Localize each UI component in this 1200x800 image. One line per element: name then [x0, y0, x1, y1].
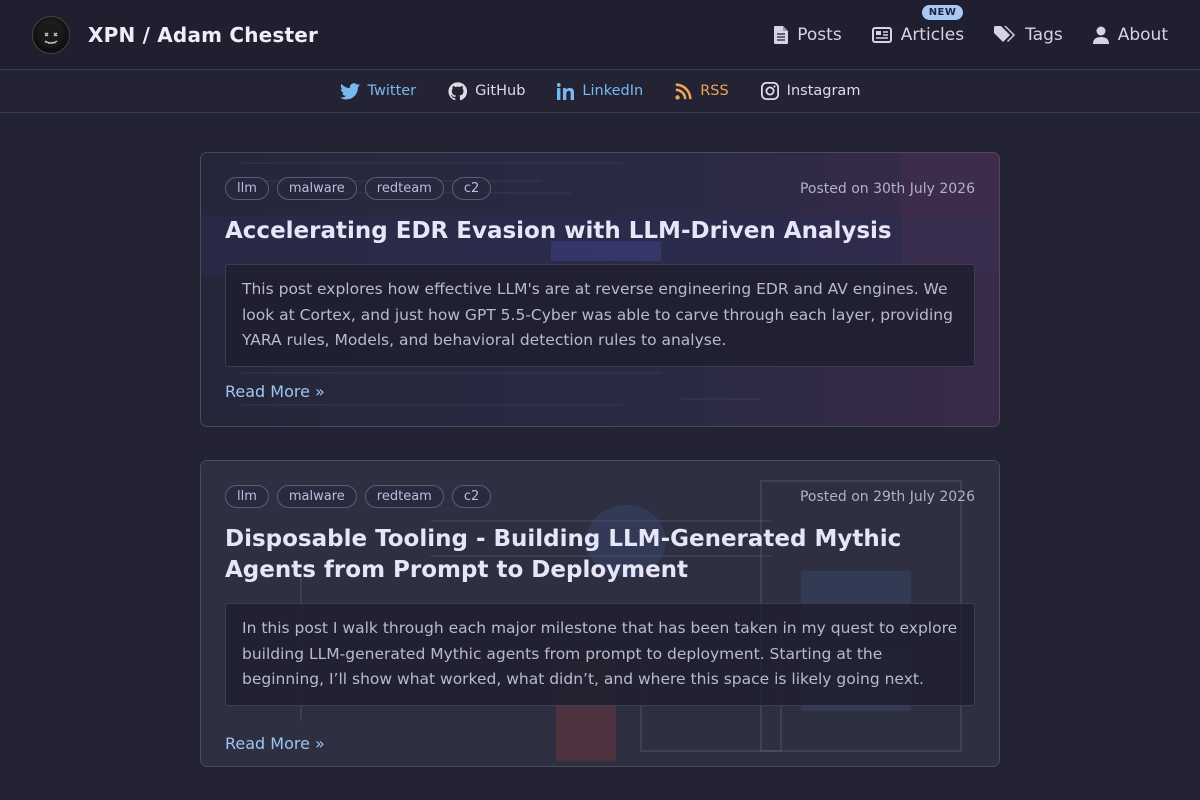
- nav-articles-label: Articles: [900, 24, 965, 45]
- tag-redteam[interactable]: redteam: [364, 485, 444, 508]
- tag-malware[interactable]: malware: [276, 485, 357, 508]
- post-date: Posted on 30th July 2026: [799, 180, 975, 197]
- social-github-label: GitHub: [475, 83, 526, 99]
- social-github[interactable]: GitHub: [448, 81, 526, 101]
- instagram-icon: [760, 82, 779, 100]
- post-date: Posted on 29th July 2026: [799, 488, 975, 505]
- masked-face-icon: [41, 23, 61, 48]
- social-twitter-label: Twitter: [367, 83, 417, 99]
- tag-malware[interactable]: malware: [276, 177, 357, 200]
- post-card[interactable]: llm malware redteam c2 Posted on 30th Ju…: [200, 152, 1000, 427]
- github-icon: [448, 81, 468, 100]
- post-tags: llm malware redteam c2: [225, 485, 492, 508]
- nav-posts[interactable]: Posts: [774, 24, 842, 45]
- site-header: XPN / Adam Chester Posts Articles NEW Ta…: [0, 0, 1200, 70]
- newspaper-icon: [871, 26, 892, 43]
- social-bar: Twitter GitHub LinkedIn RSS Instagram: [0, 70, 1200, 113]
- new-badge: NEW: [921, 4, 964, 20]
- nav-articles[interactable]: Articles NEW: [871, 4, 965, 45]
- read-more-link[interactable]: Read More »: [225, 734, 325, 753]
- tag-llm[interactable]: llm: [225, 485, 269, 508]
- post-card[interactable]: llm malware redteam c2 Posted on 29th Ju…: [200, 460, 1000, 767]
- tag-c2[interactable]: c2: [451, 177, 492, 200]
- post-title[interactable]: Disposable Tooling - Building LLM-Genera…: [225, 524, 975, 586]
- tag-c2[interactable]: c2: [451, 485, 492, 508]
- social-linkedin-label: LinkedIn: [582, 83, 644, 99]
- nav-about[interactable]: About: [1092, 24, 1168, 45]
- site-title[interactable]: XPN / Adam Chester: [88, 23, 318, 47]
- social-instagram-label: Instagram: [786, 83, 861, 99]
- tag-llm[interactable]: llm: [225, 177, 269, 200]
- nav-about-label: About: [1117, 24, 1168, 45]
- read-more-link[interactable]: Read More »: [225, 382, 325, 401]
- social-twitter[interactable]: Twitter: [339, 82, 417, 100]
- post-list: llm malware redteam c2 Posted on 30th Ju…: [0, 113, 1200, 767]
- post-summary: In this post I walk through each major m…: [225, 603, 975, 706]
- user-icon: [1092, 26, 1109, 44]
- nav-tags-label: Tags: [1025, 24, 1063, 45]
- tags-icon: [994, 25, 1016, 42]
- social-linkedin[interactable]: LinkedIn: [557, 82, 644, 100]
- file-icon: [774, 25, 789, 44]
- post-summary: This post explores how effective LLM's a…: [225, 264, 975, 367]
- social-instagram[interactable]: Instagram: [760, 82, 861, 100]
- linkedin-icon: [557, 82, 575, 100]
- nav-tags[interactable]: Tags: [994, 25, 1063, 45]
- social-rss[interactable]: RSS: [675, 82, 729, 100]
- nav-posts-label: Posts: [797, 24, 842, 45]
- tag-redteam[interactable]: redteam: [364, 177, 444, 200]
- post-title[interactable]: Accelerating EDR Evasion with LLM-Driven…: [225, 216, 975, 247]
- top-nav: Posts Articles NEW Tags About: [774, 4, 1168, 45]
- rss-icon: [675, 82, 692, 100]
- social-rss-label: RSS: [700, 83, 729, 99]
- avatar[interactable]: [32, 15, 70, 54]
- post-tags: llm malware redteam c2: [225, 177, 492, 200]
- twitter-icon: [339, 82, 360, 99]
